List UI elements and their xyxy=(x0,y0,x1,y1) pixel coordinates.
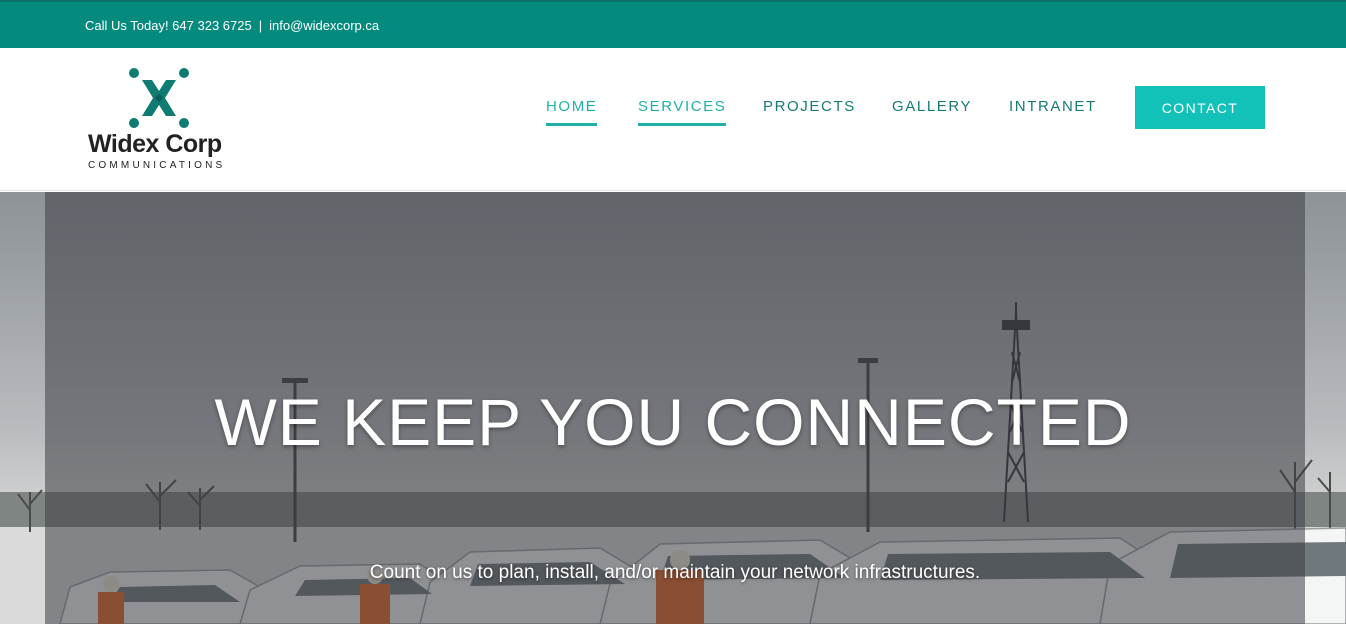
main-nav: HOME SERVICES PROJECTS GALLERY INTRANET … xyxy=(0,48,1346,191)
separator: | xyxy=(258,17,263,33)
phone-text[interactable]: Call Us Today! 647 323 6725 xyxy=(85,18,252,33)
nav-item-services[interactable]: SERVICES xyxy=(638,98,727,126)
site-header: Widex Corp COMMUNICATIONS HOME SERVICES … xyxy=(0,48,1346,191)
nav-item-home[interactable]: HOME xyxy=(546,98,598,126)
hero-title: WE KEEP YOU CONNECTED xyxy=(214,385,1132,459)
hero-subtitle: Count on us to plan, install, and/or mai… xyxy=(369,562,981,583)
nav-item-projects[interactable]: PROJECTS xyxy=(763,98,856,123)
nav-item-intranet[interactable]: INTRANET xyxy=(1009,98,1097,123)
hero-banner: WE KEEP YOU CONNECTED Count on us to pla… xyxy=(0,192,1346,624)
contact-button[interactable]: CONTACT xyxy=(1135,86,1265,129)
top-contact-bar: Call Us Today! 647 323 6725 | info@widex… xyxy=(0,0,1346,48)
nav-item-gallery[interactable]: GALLERY xyxy=(892,98,972,123)
email-link[interactable]: info@widexcorp.ca xyxy=(269,18,379,33)
